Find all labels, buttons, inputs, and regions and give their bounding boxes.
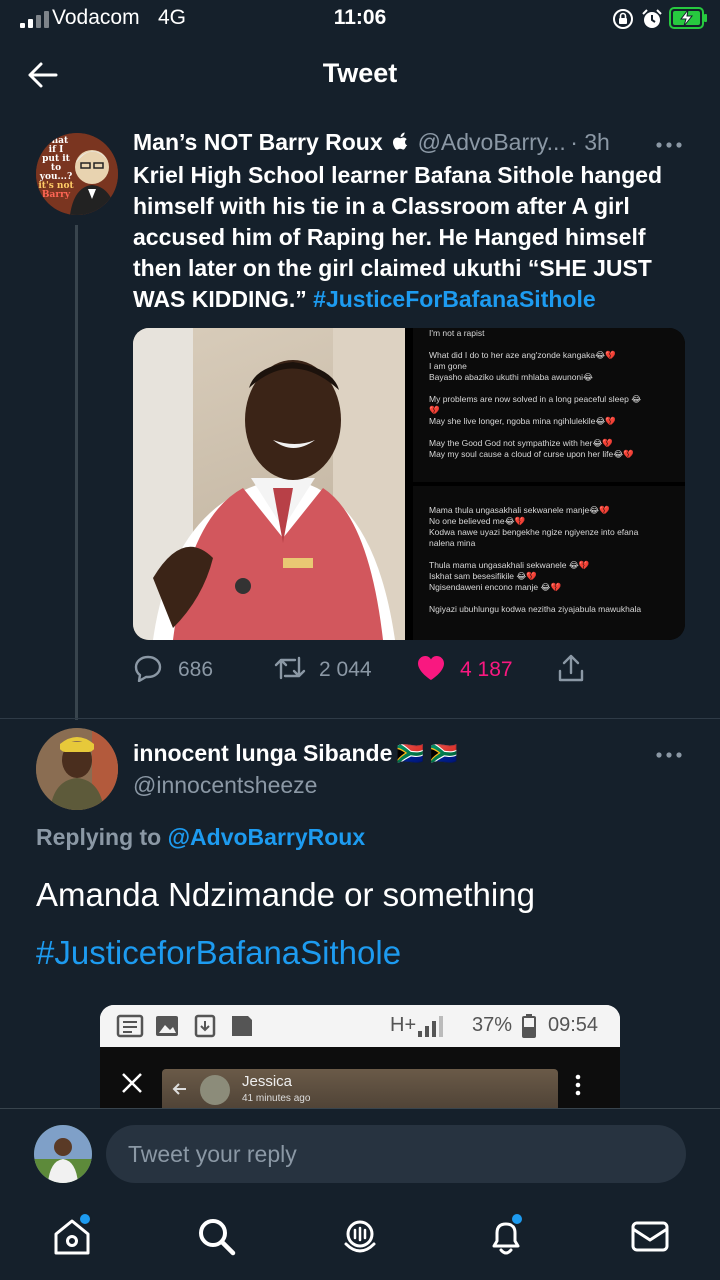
home-notification-dot — [78, 1212, 92, 1226]
avatar-caption-line: to you...? — [39, 163, 73, 182]
bottom-tab-bar — [0, 1200, 720, 1280]
tab-spaces[interactable] — [338, 1214, 382, 1258]
share-icon[interactable] — [557, 653, 585, 683]
chat-line: 💔 — [429, 405, 440, 415]
embedded-contact-time: 41 minutes ago — [242, 1093, 311, 1104]
reply-text: Amanda Ndzimande or something — [36, 876, 535, 913]
tweet-divider — [0, 718, 720, 719]
tweet-author-handle[interactable]: @AdvoBarry... — [418, 129, 566, 155]
reply-author-name[interactable]: innocent lunga Sibande — [133, 740, 392, 766]
chat-line: Bayasho abaziko ukuthi mhlaba awunoni😂 — [429, 372, 593, 382]
chat-line — [429, 593, 669, 604]
retweet-count: 2 044 — [319, 658, 372, 681]
tab-home[interactable] — [50, 1212, 94, 1258]
battery-charging-icon — [669, 7, 707, 29]
embedded-contact-avatar — [200, 1075, 230, 1105]
chat-line: I am gone — [429, 361, 467, 371]
chat-line — [429, 427, 669, 438]
chat-line: My problems are now solved in a long pea… — [429, 394, 642, 404]
tweet-actions-bar: 686 2 044 4 187 — [133, 650, 693, 686]
replying-to-label: Replying to — [36, 824, 168, 850]
tweet-media-grid[interactable]: I'm not a rapist What did I do to her az… — [133, 328, 685, 640]
chat-line: Thula mama ungasakhali sekwanele 😂💔 — [429, 560, 590, 570]
embedded-viewer: Jessica 41 minutes ago — [100, 1047, 620, 1115]
chat-line: What did I do to her aze ang'zonde kanga… — [429, 350, 616, 360]
embedded-menu-icon — [575, 1074, 581, 1096]
chat-line: Ngisendaweni encono manje 😂💔 — [429, 582, 562, 592]
orientation-lock-icon — [613, 9, 633, 29]
avatar-caption-line: Barry — [41, 190, 71, 200]
chat-line: Iskhat sam besesifikile 😂💔 — [429, 571, 537, 581]
reply-composer: Tweet your reply — [0, 1108, 720, 1201]
chat-line: Kodwa nawe uyazi bengekhe ngize ngiyenze… — [429, 527, 639, 537]
like-heart-icon[interactable] — [416, 654, 446, 682]
status-bar: Vodacom 4G 11:06 — [0, 0, 720, 40]
tweet-hashtag-link[interactable]: #JusticeForBafanaSithole — [313, 286, 595, 312]
notifications-dot — [510, 1212, 524, 1226]
media-chat-screenshot-bottom[interactable]: Mama thula ungasakhali sekwanele manje😂💔… — [413, 486, 685, 640]
learner-photo-illustration — [133, 328, 405, 640]
alarm-icon — [642, 9, 662, 28]
reply-input[interactable]: Tweet your reply — [106, 1125, 686, 1183]
tweet-header: Man’s NOT Barry Roux @AdvoBarry... · 3h — [133, 129, 610, 156]
south-africa-flags: 🇿🇦 🇿🇦 — [396, 741, 458, 766]
page-title: Tweet — [322, 58, 398, 88]
like-count: 4 187 — [460, 658, 513, 681]
reply-avatar-photo — [36, 728, 118, 810]
tweet-author-name[interactable]: Man’s NOT Barry Roux — [133, 129, 383, 155]
chat-line: May the Good God not sympathize with her… — [429, 438, 613, 448]
tab-search[interactable] — [194, 1214, 238, 1258]
embedded-status-bar: H+ 37% 09:54 — [100, 1005, 620, 1048]
reply-icon[interactable] — [133, 654, 163, 682]
reply-header: innocent lunga Sibande 🇿🇦 🇿🇦 — [133, 740, 458, 767]
apple-logo-icon — [393, 132, 408, 150]
chat-line — [429, 383, 669, 394]
chat-line: I'm not a rapist — [429, 328, 485, 338]
current-user-avatar-photo — [34, 1125, 92, 1183]
current-user-avatar[interactable] — [34, 1125, 92, 1183]
embedded-back-icon — [172, 1083, 186, 1095]
thread-connector-line — [75, 225, 78, 720]
embedded-contact-name: Jessica — [242, 1073, 293, 1090]
embedded-battery-icon — [522, 1014, 536, 1038]
spaces-microphone-icon — [344, 1220, 376, 1253]
chat-line: May she live longer, ngoba mina ngihlule… — [429, 416, 616, 426]
chat-line — [429, 339, 669, 350]
reply-author-handle[interactable]: @innocentsheeze — [133, 772, 317, 799]
chat-line: Ngiyazi ubuhlungu kodwa nezitha ziyajabu… — [429, 604, 642, 614]
chat-line: nalena mina — [429, 538, 476, 548]
top-navigation-bar: Tweet — [0, 40, 720, 110]
reply-more-options-icon[interactable] — [654, 750, 684, 760]
replying-to-line: Replying to @AdvoBarryRoux — [36, 824, 365, 851]
embedded-network-type: H+ — [390, 1014, 417, 1036]
media-chat-screenshot-top[interactable]: I'm not a rapist What did I do to her az… — [413, 328, 685, 482]
tweet-author-avatar[interactable]: what if I put it to you...? it's not Bar… — [36, 133, 118, 215]
reply-hashtag-link[interactable]: #JusticeforBafanaSithole — [36, 924, 535, 982]
embedded-clock: 09:54 — [548, 1014, 599, 1036]
embedded-signal-icon — [418, 1016, 443, 1037]
embedded-close-icon — [122, 1073, 142, 1093]
chat-line — [429, 494, 669, 505]
chat-line: Mama thula ungasakhali sekwanele manje😂💔 — [429, 505, 610, 515]
tab-messages[interactable] — [628, 1214, 672, 1258]
embedded-battery-percent: 37% — [472, 1014, 513, 1036]
search-icon — [199, 1219, 236, 1256]
reply-author-avatar[interactable] — [36, 728, 118, 810]
media-photo-learner[interactable] — [133, 328, 405, 640]
tweet-body: Kriel High School learner Bafana Sithole… — [133, 160, 693, 315]
chat-line — [429, 549, 669, 560]
chat-line: No one believed me😂💔 — [429, 516, 526, 526]
avatar-caption: what if I put it to you...? it's not Bar… — [38, 137, 74, 200]
replying-to-handle-link[interactable]: @AdvoBarryRoux — [168, 824, 366, 850]
retweet-icon[interactable] — [273, 654, 307, 682]
chat-line: May my soul cause a cloud of curse upon … — [429, 449, 634, 459]
tab-notifications[interactable] — [484, 1212, 528, 1258]
tweet-more-options-icon[interactable] — [654, 140, 684, 150]
tweet-time: · 3h — [570, 129, 610, 155]
reply-media-screenshot[interactable]: H+ 37% 09:54 Jessica 41 minutes ago — [100, 1005, 620, 1115]
embedded-notification-icons — [116, 1014, 252, 1038]
reply-count: 686 — [178, 658, 214, 681]
reply-body: Amanda Ndzimande or something #Justicefo… — [36, 866, 535, 982]
messages-envelope-icon — [631, 1221, 669, 1252]
